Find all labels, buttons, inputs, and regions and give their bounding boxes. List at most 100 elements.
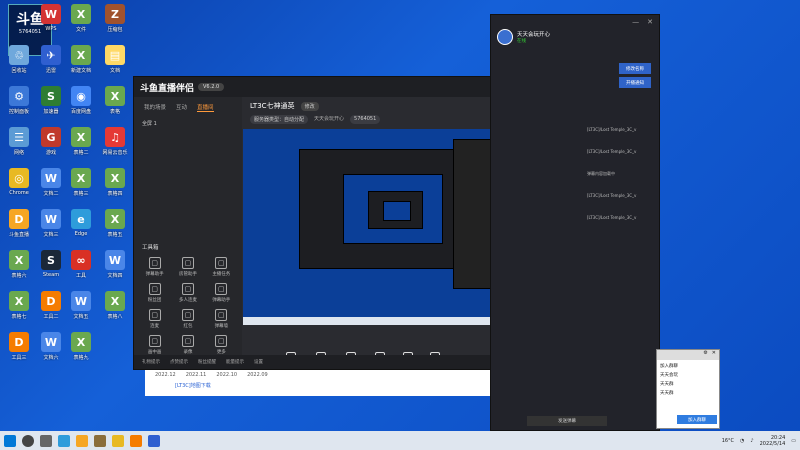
footer-item[interactable]: 设置 — [254, 359, 263, 365]
chrome-icon[interactable] — [112, 434, 124, 447]
desktop-icon-label: 迅雷 — [45, 68, 56, 74]
tool-item[interactable]: ▢ 粉丝团 — [138, 283, 171, 303]
task-view-icon[interactable] — [40, 434, 52, 447]
desktop-icon[interactable]: X 表格三 — [66, 168, 96, 197]
desktop-icon[interactable]: Z 压缩包 — [100, 4, 130, 33]
join-group-button[interactable]: 加入群聊 — [677, 415, 717, 424]
clock[interactable]: 20:24 2022/5/14 — [760, 435, 786, 447]
tool-icon: ▢ — [181, 309, 194, 321]
tool-item[interactable]: ▢ 录像 — [171, 335, 204, 355]
desktop-icon[interactable]: X 表格二 — [66, 127, 96, 156]
desktop-icon[interactable]: ∞ 工具 — [66, 250, 96, 279]
footer-item[interactable]: 能量提示 — [226, 359, 244, 365]
tool-item[interactable]: ▢ 弹幕助手 — [138, 257, 171, 277]
desktop-icon[interactable]: ✈ 迅雷 — [36, 45, 66, 74]
douyu-icon[interactable] — [76, 434, 88, 447]
tool-item[interactable]: ▢ 红包 — [171, 309, 204, 329]
desktop-icon[interactable]: X 表格七 — [4, 291, 34, 320]
desktop-icon[interactable]: X 表格 — [100, 86, 130, 115]
tool-icon: ▢ — [181, 283, 194, 295]
desktop-icon[interactable]: D 工具二 — [36, 291, 66, 320]
desktop-icon[interactable]: W 文档三 — [36, 209, 66, 238]
desktop-icon[interactable]: W 文档五 — [66, 291, 96, 320]
strip-tab[interactable]: 2022.11 — [186, 372, 207, 378]
game-icon[interactable] — [94, 434, 106, 447]
desktop-icon[interactable]: ☰ 网络 — [4, 127, 34, 156]
tool-item[interactable]: ▢ 多人连麦 — [171, 283, 204, 303]
desktop-icon[interactable]: W WPS — [36, 4, 66, 32]
desktop-icon-label: Steam — [42, 272, 60, 278]
desktop-icon[interactable]: W 文档二 — [36, 168, 66, 197]
footer-item[interactable]: 粉丝提醒 — [198, 359, 216, 365]
notification-icon[interactable]: ▭ — [791, 438, 796, 444]
tool-item[interactable]: ▢ 更多 — [205, 335, 238, 355]
desktop-icon[interactable]: e Edge — [66, 209, 96, 237]
strip-tab[interactable]: 2022.12 — [155, 372, 176, 378]
desktop-icon[interactable]: X 表格五 — [100, 209, 130, 238]
app-icon: W — [41, 168, 61, 188]
tool-item[interactable]: ▢ 画中画 — [138, 335, 171, 355]
tool-item[interactable]: ▢ 连麦 — [138, 309, 171, 329]
desktop-icon[interactable]: D 斗鱼直播 — [4, 209, 34, 238]
desktop-icon[interactable]: ◎ Chrome — [4, 168, 34, 196]
tool-item[interactable]: ▢ 弹幕墙 — [205, 309, 238, 329]
desktop-icon[interactable]: X 表格九 — [66, 332, 96, 361]
app-icon: D — [9, 209, 29, 229]
scene-sidebar: 我的场景 互动 直播间 全屏 1 工具箱 ▢ 弹幕助手 ▢ 房管助手 ▢ 主播任务 ▢ 粉丝团… — [134, 97, 242, 369]
desktop-icon[interactable]: X 表格六 — [4, 250, 34, 279]
desktop-icon[interactable]: D 工具三 — [4, 332, 34, 361]
scene-item[interactable]: 全屏 1 — [134, 118, 242, 129]
room-title: LT3C七神通英 — [250, 102, 295, 110]
app-icon[interactable] — [130, 434, 142, 447]
tab-interaction[interactable]: 互动 — [176, 103, 187, 112]
edit-room-button[interactable]: 修改 — [300, 101, 319, 111]
thunder-icon[interactable] — [148, 434, 160, 447]
strip-tab[interactable]: 2022.10 — [216, 372, 237, 378]
footer-item[interactable]: 点赞提示 — [170, 359, 188, 365]
tool-item[interactable]: ▢ 弹幕助手 — [205, 283, 238, 303]
chat-message: 弹幕内容加载中 — [587, 171, 615, 176]
tool-item[interactable]: ▢ 主播任务 — [205, 257, 238, 277]
footer-item[interactable]: 礼物提示 — [142, 359, 160, 365]
desktop-icon-label: Edge — [74, 231, 88, 237]
desktop-icon[interactable]: ♫ 网易云音乐 — [100, 127, 130, 156]
desktop-icon[interactable]: S Steam — [36, 250, 66, 278]
tab-room[interactable]: 直播间 — [197, 103, 214, 112]
rename-button[interactable]: 修改名称 — [619, 63, 651, 74]
tool-icon: ▢ — [215, 335, 228, 347]
search-icon[interactable] — [22, 434, 34, 447]
app-icon: X — [105, 86, 125, 106]
desktop-icon[interactable]: W 文档四 — [100, 250, 130, 279]
strip-tab[interactable]: 2022.09 — [247, 372, 268, 378]
tool-item[interactable]: ▢ 房管助手 — [171, 257, 204, 277]
edge-icon[interactable] — [58, 434, 70, 447]
desktop-icon-label: 加速器 — [43, 109, 59, 115]
map-download-link[interactable]: [LT3C]地图下载 — [145, 380, 490, 391]
volume-icon[interactable]: ♪ — [750, 438, 753, 444]
send-danmaku-button[interactable]: 发送弹幕 — [527, 416, 607, 426]
network-icon[interactable]: ◔ — [740, 438, 744, 444]
server-type[interactable]: 服务器类型：自动分配 — [250, 115, 309, 124]
desktop-icon[interactable]: X 新建文档 — [66, 45, 96, 74]
desktop-icon[interactable]: ◉ 百度网盘 — [66, 86, 96, 115]
desktop-icon[interactable]: X 文件 — [66, 4, 96, 33]
notify-button[interactable]: 开播通知 — [619, 77, 651, 88]
desktop-icon[interactable]: G 游戏 — [36, 127, 66, 156]
desktop-icon[interactable]: ▤ 文档 — [100, 45, 130, 74]
chat-panel: — ✕ 天天会玩开心 在线 修改名称 开播通知 [LT3C]/Lost Temp… — [490, 14, 660, 431]
desktop-icon[interactable]: ⚙ 控制面板 — [4, 86, 34, 115]
desktop-icon[interactable]: X 表格四 — [100, 168, 130, 197]
desktop-icon[interactable]: S 加速器 — [36, 86, 66, 115]
weather-text[interactable]: 16°C — [722, 438, 734, 444]
close-icon[interactable]: ✕ — [712, 350, 716, 360]
start-icon[interactable] — [4, 434, 16, 447]
close-icon[interactable]: ✕ — [647, 18, 653, 26]
settings-icon[interactable]: ⚙ — [703, 350, 707, 360]
app-icon: X — [71, 332, 91, 352]
minimize-icon[interactable]: — — [632, 18, 639, 26]
desktop-icon[interactable]: ♲ 回收站 — [4, 45, 34, 74]
desktop-icon[interactable]: W 文档六 — [36, 332, 66, 361]
desktop-icon[interactable]: X 表格八 — [100, 291, 130, 320]
desktop-icon-label: 控制面板 — [8, 109, 29, 115]
tab-scenes[interactable]: 我的场景 — [144, 103, 166, 112]
